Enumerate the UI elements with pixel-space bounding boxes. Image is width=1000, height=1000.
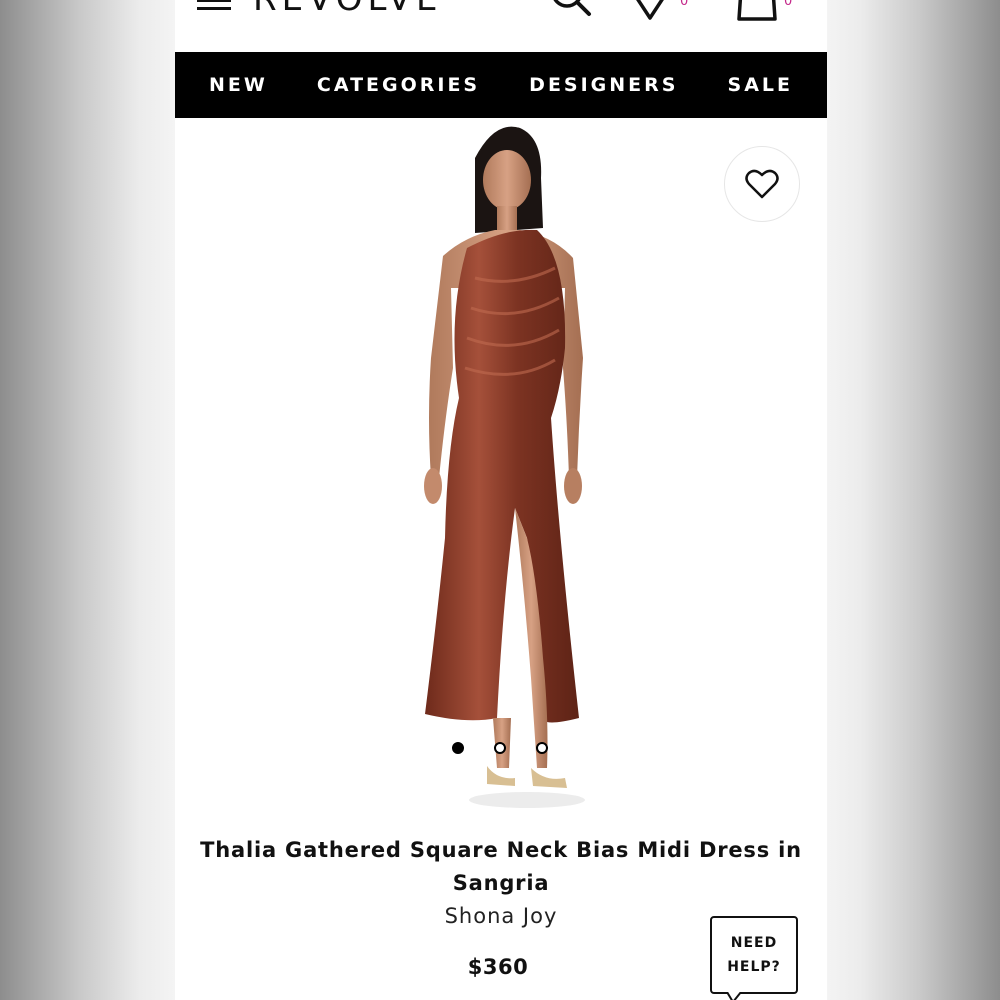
shopping-bag-icon[interactable] (735, 0, 779, 22)
help-label-line1: NEED (730, 935, 778, 951)
favorite-button[interactable] (724, 146, 800, 222)
phone-screen: REVOLVE 0 0 NEW CATEGORIES DESIGNERS SAL… (175, 0, 827, 1000)
help-label-line2: HELP? (727, 959, 781, 975)
product-image-carousel[interactable] (175, 118, 827, 818)
wishlist-count-badge: 0 (680, 0, 689, 9)
carousel-dots (452, 740, 552, 756)
heart-icon (745, 169, 779, 199)
nav-new[interactable]: NEW (209, 74, 268, 96)
search-icon[interactable] (547, 0, 593, 22)
menu-icon[interactable] (197, 0, 233, 12)
chat-bubble-tail-icon (727, 992, 742, 1000)
main-nav: NEW CATEGORIES DESIGNERS SALE (175, 52, 827, 118)
need-help-button[interactable]: NEED HELP? (710, 916, 798, 994)
carousel-dot-2[interactable] (494, 742, 506, 754)
nav-designers[interactable]: DESIGNERS (529, 74, 678, 96)
carousel-dot-1[interactable] (452, 742, 464, 754)
brand-logo[interactable]: REVOLVE (253, 0, 442, 16)
product-title: Thalia Gathered Square Neck Bias Midi Dr… (200, 838, 802, 895)
cart-count-badge: 0 (784, 0, 793, 9)
wishlist-heart-icon[interactable] (625, 0, 675, 22)
nav-sale[interactable]: SALE (728, 74, 793, 96)
product-photo (424, 126, 585, 808)
nav-categories[interactable]: CATEGORIES (317, 74, 480, 96)
top-bar: REVOLVE 0 0 (175, 0, 827, 52)
carousel-dot-3[interactable] (536, 742, 548, 754)
